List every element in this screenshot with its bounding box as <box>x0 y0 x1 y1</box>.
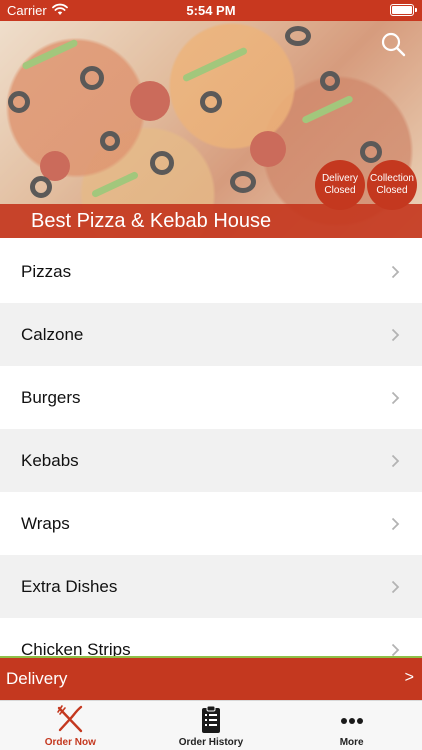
chevron-right-icon <box>391 391 400 404</box>
search-icon[interactable] <box>380 31 406 57</box>
chevron-right-icon <box>391 517 400 530</box>
clipboard-icon <box>195 703 227 735</box>
restaurant-hero-image: Best Pizza & Kebab House <box>0 21 422 238</box>
chevron-right-icon <box>391 265 400 278</box>
menu-item-burgers[interactable]: Burgers <box>0 366 422 429</box>
delivery-status-line2: Closed <box>324 185 356 196</box>
menu-item-label: Burgers <box>21 387 81 407</box>
fork-knife-icon <box>54 703 86 735</box>
battery-icon <box>390 4 417 16</box>
menu-item-label: Extra Dishes <box>21 576 118 596</box>
restaurant-name: Best Pizza & Kebab House <box>31 210 272 232</box>
restaurant-name-banner: Best Pizza & Kebab House <box>0 204 422 238</box>
tab-bar: Order Now Order History More <box>0 700 422 750</box>
chevron-right-icon <box>391 580 400 593</box>
status-bar: Carrier 5:54 PM <box>0 0 422 21</box>
ellipsis-icon <box>336 703 368 735</box>
menu-item-wraps[interactable]: Wraps <box>0 492 422 555</box>
menu-item-label: Wraps <box>21 513 70 533</box>
tab-label: More <box>339 737 364 748</box>
tab-label: Order Now <box>44 737 96 748</box>
delivery-mode-arrow: > <box>404 669 414 686</box>
menu-item-label: Pizzas <box>21 261 72 281</box>
menu-category-list: Pizzas Calzone Burgers Kebabs Wraps Extr… <box>0 240 422 656</box>
tab-more[interactable]: More <box>281 701 422 750</box>
menu-item-chicken-strips[interactable]: Chicken Strips <box>0 618 422 656</box>
menu-item-extra-dishes[interactable]: Extra Dishes <box>0 555 422 618</box>
collection-status-line2: Closed <box>376 185 408 196</box>
tab-label: Order History <box>178 737 244 748</box>
chevron-right-icon <box>391 328 400 341</box>
menu-item-pizzas[interactable]: Pizzas <box>0 240 422 303</box>
chevron-right-icon <box>391 643 400 656</box>
clock: 5:54 PM <box>186 3 236 18</box>
menu-item-label: Calzone <box>21 324 84 344</box>
collection-status-badge: Collection Closed <box>367 160 417 210</box>
delivery-mode-label: Delivery <box>6 669 68 688</box>
chevron-right-icon <box>391 454 400 467</box>
menu-item-calzone[interactable]: Calzone <box>0 303 422 366</box>
tab-order-history[interactable]: Order History <box>141 701 282 750</box>
delivery-status-line1: Delivery <box>321 173 359 184</box>
delivery-status-badge: Delivery Closed <box>315 160 365 210</box>
tab-order-now[interactable]: Order Now <box>0 701 141 750</box>
collection-status-line1: Collection <box>370 173 414 184</box>
menu-item-label: Kebabs <box>21 450 79 470</box>
menu-item-kebabs[interactable]: Kebabs <box>0 429 422 492</box>
delivery-mode-bar[interactable]: Delivery > <box>0 656 422 700</box>
menu-item-label: Chicken Strips <box>21 639 131 657</box>
